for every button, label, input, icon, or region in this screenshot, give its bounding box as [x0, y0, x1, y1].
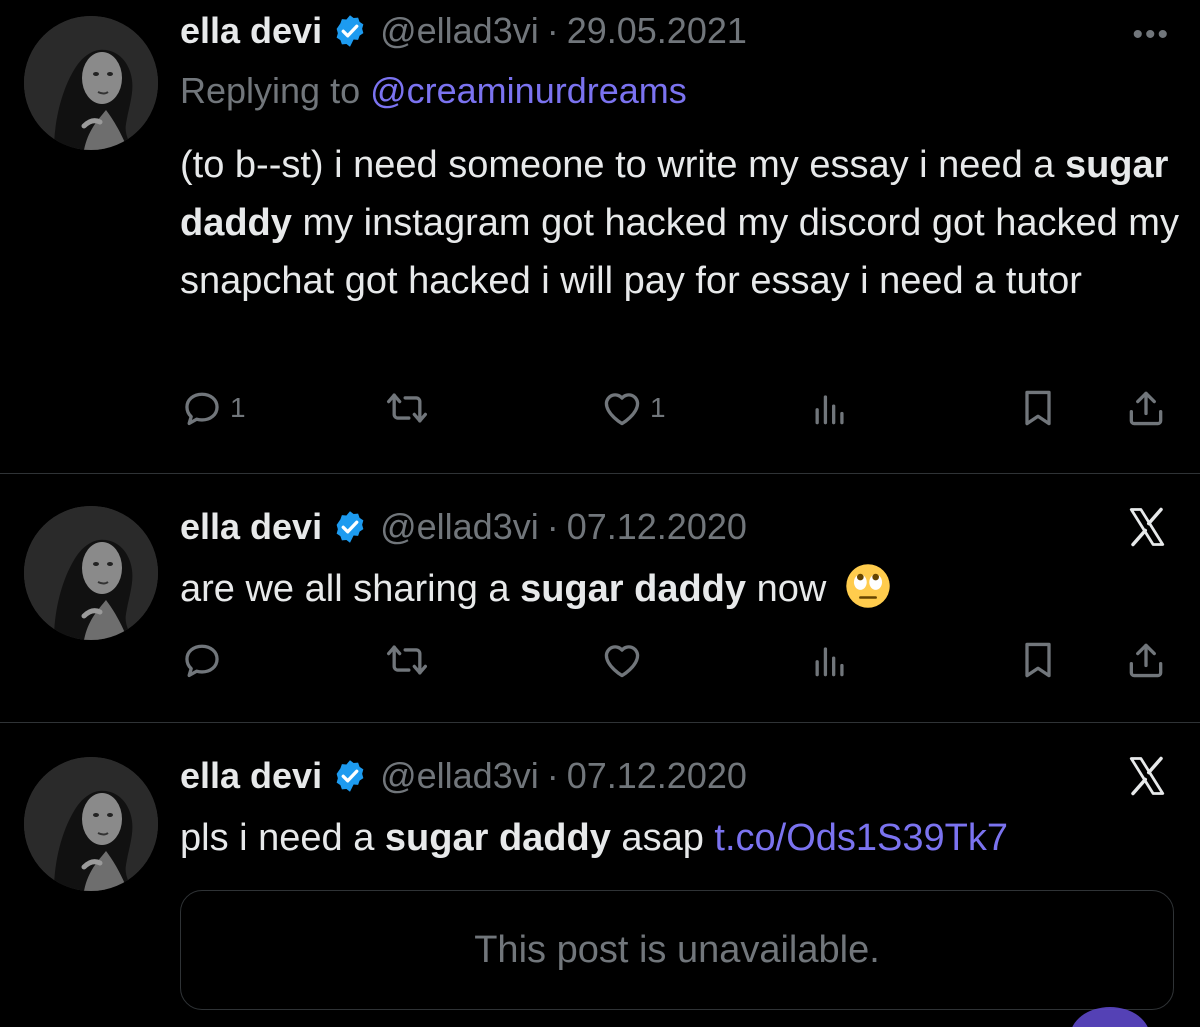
reply-button[interactable]: [180, 638, 224, 682]
separator-dot: ·: [546, 755, 559, 796]
bookmark-button[interactable]: [1016, 638, 1060, 682]
author-name[interactable]: ella devi: [180, 506, 322, 548]
views-button[interactable]: [808, 386, 852, 430]
post-text-after: asap: [610, 817, 715, 859]
post[interactable]: ella devi @ellad3vi · 07.12.2020 are we …: [0, 474, 1200, 722]
share-button[interactable]: [1124, 386, 1168, 430]
action-bar: [180, 638, 1180, 688]
verified-badge-icon: [332, 13, 368, 49]
author-handle[interactable]: @ellad3vi: [380, 755, 539, 797]
post-text-bold: sugar daddy: [520, 568, 747, 610]
separator-dot: ·: [546, 10, 559, 51]
separator-dot: ·: [546, 506, 559, 547]
quoted-post-unavailable[interactable]: This post is unavailable.: [180, 890, 1174, 1010]
reply-icon: [180, 386, 224, 430]
reply-button[interactable]: 1: [180, 386, 246, 430]
post-header: ella devi @ellad3vi · 29.05.2021: [180, 6, 747, 56]
repost-icon: [385, 638, 429, 682]
avatar-image: [24, 506, 158, 640]
like-count: 1: [650, 392, 666, 423]
reply-icon: [180, 638, 224, 682]
x-logo-icon[interactable]: [1126, 506, 1168, 548]
mention-link[interactable]: @creaminurdreams: [370, 70, 687, 111]
replying-to-line: Replying to @creaminurdreams: [180, 70, 687, 112]
author-handle[interactable]: @ellad3vi: [380, 506, 539, 548]
repost-icon: [385, 386, 429, 430]
bookmark-button[interactable]: [1016, 386, 1060, 430]
share-button[interactable]: [1124, 638, 1168, 682]
post-header: ella devi @ellad3vi · 07.12.2020: [180, 502, 747, 552]
share-icon: [1124, 638, 1168, 682]
replying-to-label: Replying to: [180, 70, 371, 111]
post-text-before: are we all sharing a: [180, 568, 521, 610]
repost-button[interactable]: [385, 386, 429, 430]
reply-count: 1: [230, 392, 246, 423]
post-text-before: pls i need a: [180, 817, 385, 859]
post-text-bold: sugar daddy: [384, 817, 611, 859]
like-button[interactable]: [600, 638, 644, 682]
repost-button[interactable]: [385, 638, 429, 682]
avatar[interactable]: [24, 16, 158, 150]
post-link[interactable]: t.co/Ods1S39Tk7: [714, 817, 1008, 859]
post-text: pls i need a sugar daddy asap t.co/Ods1S…: [180, 809, 1180, 867]
post-text-after: my instagram got hacked my discord got h…: [180, 202, 1179, 302]
avatar-image: [24, 16, 158, 150]
action-bar: 1 1: [180, 386, 1180, 436]
post-date[interactable]: 07.12.2020: [567, 755, 747, 797]
like-icon: [600, 638, 644, 682]
verified-badge-icon: [332, 509, 368, 545]
post-text-before: (to b--st) i need someone to write my es…: [180, 144, 1065, 186]
author-handle[interactable]: @ellad3vi: [380, 10, 539, 52]
bookmark-icon: [1016, 638, 1060, 682]
views-button[interactable]: [808, 638, 852, 682]
post-header: ella devi @ellad3vi · 07.12.2020: [180, 751, 747, 801]
more-icon[interactable]: •••: [1132, 18, 1170, 52]
views-icon: [808, 386, 852, 430]
post[interactable]: ella devi @ellad3vi · 07.12.2020 pls i n…: [0, 723, 1200, 1027]
timeline-feed: ella devi @ellad3vi · 29.05.2021 ••• Rep…: [0, 0, 1200, 1027]
x-logo-icon[interactable]: [1126, 755, 1168, 797]
views-icon: [808, 638, 852, 682]
verified-badge-icon: [332, 758, 368, 794]
author-name[interactable]: ella devi: [180, 10, 322, 52]
post[interactable]: ella devi @ellad3vi · 29.05.2021 ••• Rep…: [0, 0, 1200, 473]
face-with-rolling-eyes-emoji: [846, 564, 890, 608]
post-date[interactable]: 07.12.2020: [567, 506, 747, 548]
like-icon: [600, 386, 644, 430]
post-date[interactable]: 29.05.2021: [567, 10, 747, 52]
post-text: are we all sharing a sugar daddy now: [180, 560, 1180, 618]
avatar-image: [24, 757, 158, 891]
share-icon: [1124, 386, 1168, 430]
post-text: (to b--st) i need someone to write my es…: [180, 136, 1180, 310]
author-name[interactable]: ella devi: [180, 755, 322, 797]
bookmark-icon: [1016, 386, 1060, 430]
avatar[interactable]: [24, 757, 158, 891]
post-text-after: now: [746, 568, 827, 610]
like-button[interactable]: 1: [600, 386, 666, 430]
avatar[interactable]: [24, 506, 158, 640]
